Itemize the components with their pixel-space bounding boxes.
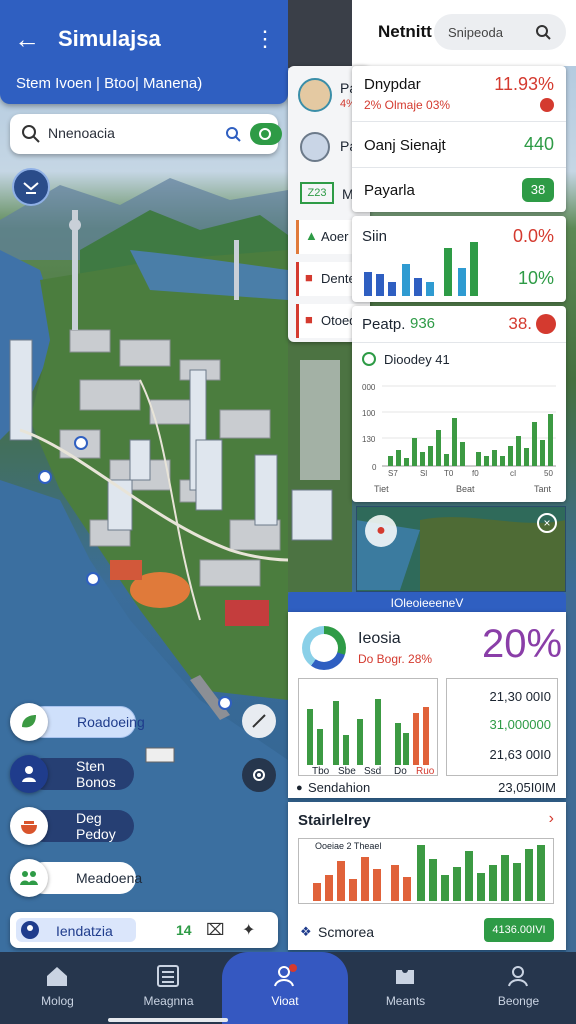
bottom-navigation: Molog Meagnna Vioat Meants Beonge xyxy=(0,952,576,1024)
bottom-search-bar[interactable]: Iendatzia 14 ⌧ ✦ xyxy=(10,912,278,948)
index-bar-chart xyxy=(307,699,429,765)
leaf-icon: ▲ xyxy=(305,228,318,243)
svg-text:50: 50 xyxy=(544,469,553,478)
svg-text:cI: cI xyxy=(510,469,516,478)
stats-bottom-panel: IOleoieeeneV Ieosia Do Bogr. 28% 20% Tbo… xyxy=(288,592,566,950)
home-indicator xyxy=(108,1018,228,1022)
map-marker[interactable] xyxy=(38,470,52,484)
layers-button[interactable] xyxy=(242,758,276,792)
person-icon xyxy=(10,755,48,793)
search-input[interactable]: Nnenoacia xyxy=(48,125,115,141)
list-icon xyxy=(157,965,179,987)
locate-button[interactable] xyxy=(12,168,50,206)
nav-item-meagnna[interactable]: Meagnna xyxy=(111,952,226,1024)
svg-text:100: 100 xyxy=(362,409,376,418)
index-table: 21,30 00I0 31,000000 21,63 00I0 xyxy=(446,678,558,776)
mini-bar-chart-card: Siin 0.0% 10% xyxy=(352,216,566,302)
back-arrow-icon[interactable]: ← xyxy=(14,24,44,54)
alert-dot-icon xyxy=(536,314,556,334)
score-icon: ❖ xyxy=(300,924,312,939)
stat-row[interactable]: Oanj Sienajt 440 xyxy=(352,122,566,168)
stairs-card[interactable]: Stairlelrey › Ooeiae 2 Theael ❖ Scmorea … xyxy=(288,802,566,950)
leaf-icon xyxy=(10,703,48,741)
svg-text:000: 000 xyxy=(362,383,376,392)
place-thumbnail xyxy=(300,132,330,162)
stairs-chart-frame: Ooeiae 2 Theael xyxy=(298,838,554,904)
mini-bar-chart xyxy=(364,242,478,296)
app-header: ← Simulajsa ⋮ Stem Ivoen | Btoo| Manena) xyxy=(0,0,288,104)
section-header: IOleoieeeneV xyxy=(288,592,566,614)
bowl-icon xyxy=(10,807,48,845)
status-badge: Z23 xyxy=(300,182,334,204)
index-chart-frame xyxy=(298,678,438,776)
alert-icon: ■ xyxy=(305,312,313,327)
svg-text:f0: f0 xyxy=(472,469,479,478)
index-value: 20% xyxy=(482,622,563,666)
more-options-icon[interactable]: ⋮ xyxy=(254,24,276,54)
stats-header: Netnitt Snipeoda xyxy=(352,0,576,66)
pin-icon[interactable]: ✦ xyxy=(242,920,255,940)
index-donut-icon xyxy=(302,626,346,670)
search-icon xyxy=(536,25,551,40)
stats-search[interactable]: Snipeoda xyxy=(434,14,566,50)
status-badge: 4136.00IVI xyxy=(484,918,554,942)
divider-strip xyxy=(288,0,352,68)
nav-item-vioat[interactable]: Vioat xyxy=(222,952,348,1024)
nav-item-beonge[interactable]: Beonge xyxy=(461,952,576,1024)
location-icon: ● xyxy=(365,515,397,547)
map-marker[interactable] xyxy=(218,696,232,710)
chevron-right-icon[interactable]: › xyxy=(549,810,554,828)
nav-item-meants[interactable]: Meants xyxy=(348,952,463,1024)
map-marker[interactable] xyxy=(74,436,88,450)
status-badge: 38 xyxy=(522,178,554,202)
place-thumbnail xyxy=(298,78,332,112)
home-icon xyxy=(47,967,67,986)
route-icon[interactable]: ⌧ xyxy=(206,920,224,940)
filter-search-icon[interactable] xyxy=(224,125,242,143)
bottom-search-count: 14 xyxy=(176,922,192,938)
daily-chart-card: Peatp. 936 38. Dioodey 41 000 100 130 0 S7 S… xyxy=(352,306,566,502)
stat-row[interactable]: Payarla 38 xyxy=(352,168,566,212)
page-subtitle: Stem Ivoen | Btoo| Manena) xyxy=(16,75,203,92)
measure-tool-button[interactable] xyxy=(242,704,276,738)
calendar-icon xyxy=(362,352,376,366)
page-title: Simulajsa xyxy=(58,26,161,51)
user-icon xyxy=(508,966,528,987)
stats-list-card: Dnypdar 2% Olmaje 03% 11.93% Oanj Sienaj… xyxy=(352,66,566,212)
index-card: Ieosia Do Bogr. 28% 20% Tbo Sbe Ssd Do R… xyxy=(288,612,566,798)
daily-bar-chart: 000 100 130 0 S7 Sl T0 f0 cI 50 xyxy=(362,383,556,478)
map-marker[interactable] xyxy=(86,572,100,586)
user-badge-icon xyxy=(21,921,39,939)
search-icon xyxy=(22,125,40,143)
profile-alert-icon xyxy=(274,964,297,987)
alert-dot-icon xyxy=(540,98,554,112)
svg-text:130: 130 xyxy=(362,435,376,444)
svg-text:T0: T0 xyxy=(444,469,454,478)
alert-icon: ■ xyxy=(305,270,313,285)
stat-row[interactable]: Dnypdar 2% Olmaje 03% 11.93% xyxy=(352,66,566,122)
puzzle-icon xyxy=(396,967,414,984)
nav-item-molog[interactable]: Molog xyxy=(0,952,115,1024)
layer-toggle[interactable] xyxy=(250,123,282,145)
svg-text:0: 0 xyxy=(372,463,377,472)
people-icon xyxy=(10,859,48,897)
settings-icon xyxy=(253,769,265,781)
close-icon[interactable]: × xyxy=(537,513,557,533)
map-search-bar[interactable]: Nnenoacia xyxy=(10,114,282,154)
brand-name: Netnitt xyxy=(378,22,432,41)
svg-text:S7: S7 xyxy=(388,469,398,478)
svg-text:Sl: Sl xyxy=(420,469,427,478)
map-thumbnail[interactable]: ● × xyxy=(356,506,566,592)
bullet-icon: ● xyxy=(296,782,303,794)
compass-icon xyxy=(23,182,39,194)
ruler-icon xyxy=(252,714,266,728)
